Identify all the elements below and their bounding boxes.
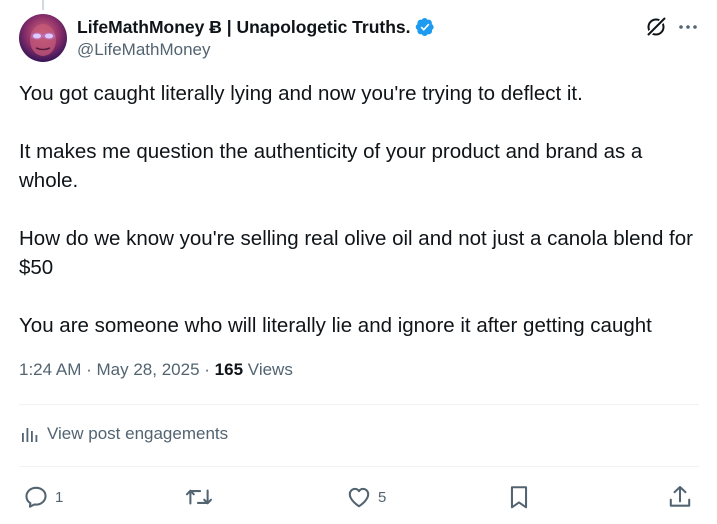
post-paragraph: It makes me question the authenticity of…: [19, 140, 643, 192]
bookmark-icon: [510, 486, 528, 509]
thread-connector-line: [42, 0, 44, 10]
share-icon: [669, 486, 691, 507]
avatar[interactable]: [19, 14, 67, 62]
verified-badge-icon[interactable]: [415, 17, 435, 37]
views-label: Views: [247, 360, 293, 379]
post-meta: 1:24 AM · May 28, 2025 · 165 Views: [19, 360, 293, 380]
bookmark-button[interactable]: [507, 482, 531, 512]
engagements-label: View post engagements: [47, 424, 229, 443]
reply-icon: [25, 486, 47, 508]
like-count: 5: [378, 488, 387, 506]
post-date[interactable]: May 28, 2025: [97, 360, 200, 379]
bar-chart-icon: [22, 428, 38, 442]
like-button[interactable]: 5: [346, 482, 386, 512]
meta-separator: ·: [86, 360, 92, 379]
grok-icon[interactable]: [645, 16, 667, 38]
view-engagements-link[interactable]: View post engagements: [19, 424, 228, 444]
reply-button[interactable]: 1: [23, 482, 63, 512]
repost-icon: [185, 489, 213, 505]
divider: [19, 466, 699, 467]
display-name[interactable]: LifeMathMoney Ƀ | Unapologetic Truths.: [77, 17, 411, 38]
meta-separator: ·: [204, 360, 210, 379]
post-paragraph: You are someone who will literally lie a…: [19, 314, 652, 337]
author-handle[interactable]: @LifeMathMoney: [77, 40, 211, 60]
post-paragraph: You got caught literally lying and now y…: [19, 82, 583, 105]
share-button[interactable]: [667, 482, 693, 512]
more-icon[interactable]: [677, 16, 699, 38]
views-count: 165: [214, 360, 244, 379]
post-header: LifeMathMoney Ƀ | Unapologetic Truths. @…: [19, 14, 699, 64]
heart-icon: [348, 487, 370, 508]
post-time[interactable]: 1:24 AM: [19, 360, 81, 379]
action-bar: 1 5: [19, 482, 699, 512]
reply-count: 1: [55, 488, 64, 506]
post-paragraph: How do we know you're selling real olive…: [19, 227, 693, 279]
name-row: LifeMathMoney Ƀ | Unapologetic Truths.: [77, 16, 435, 38]
repost-button[interactable]: [185, 482, 213, 512]
post-text: You got caught literally lying and now y…: [19, 79, 699, 369]
divider: [19, 404, 699, 405]
